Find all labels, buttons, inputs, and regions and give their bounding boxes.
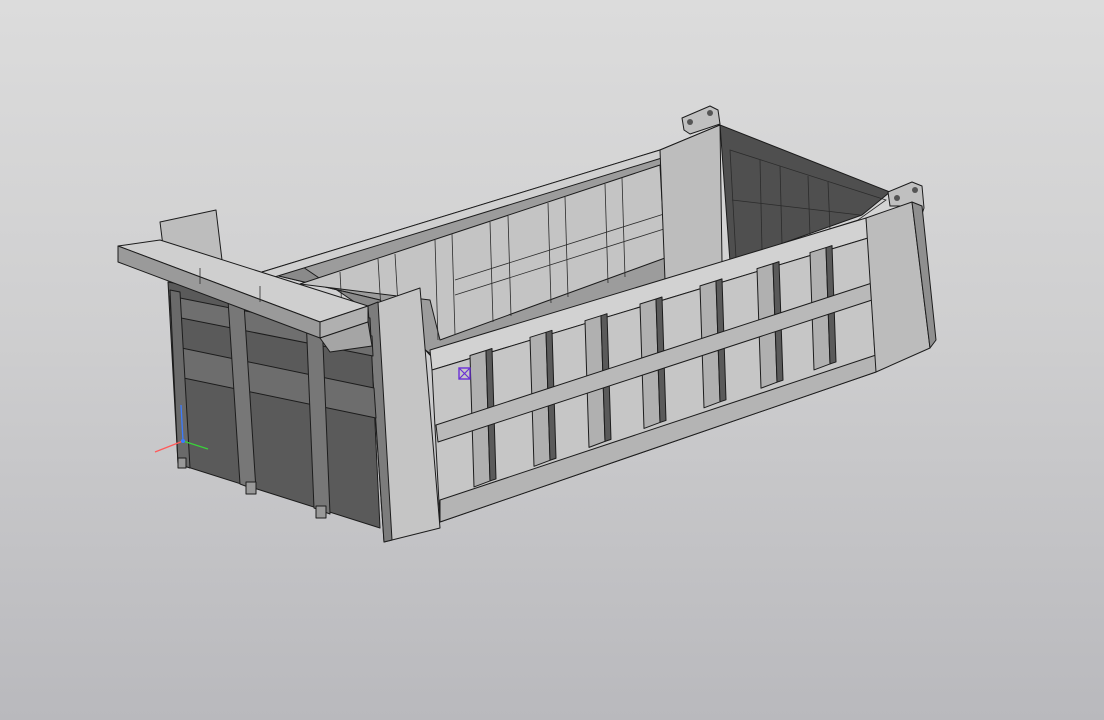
cad-3d-viewport[interactable] (0, 0, 1104, 720)
dump-body-3d-model[interactable] (0, 0, 1104, 720)
front-corner-post (865, 201, 937, 373)
